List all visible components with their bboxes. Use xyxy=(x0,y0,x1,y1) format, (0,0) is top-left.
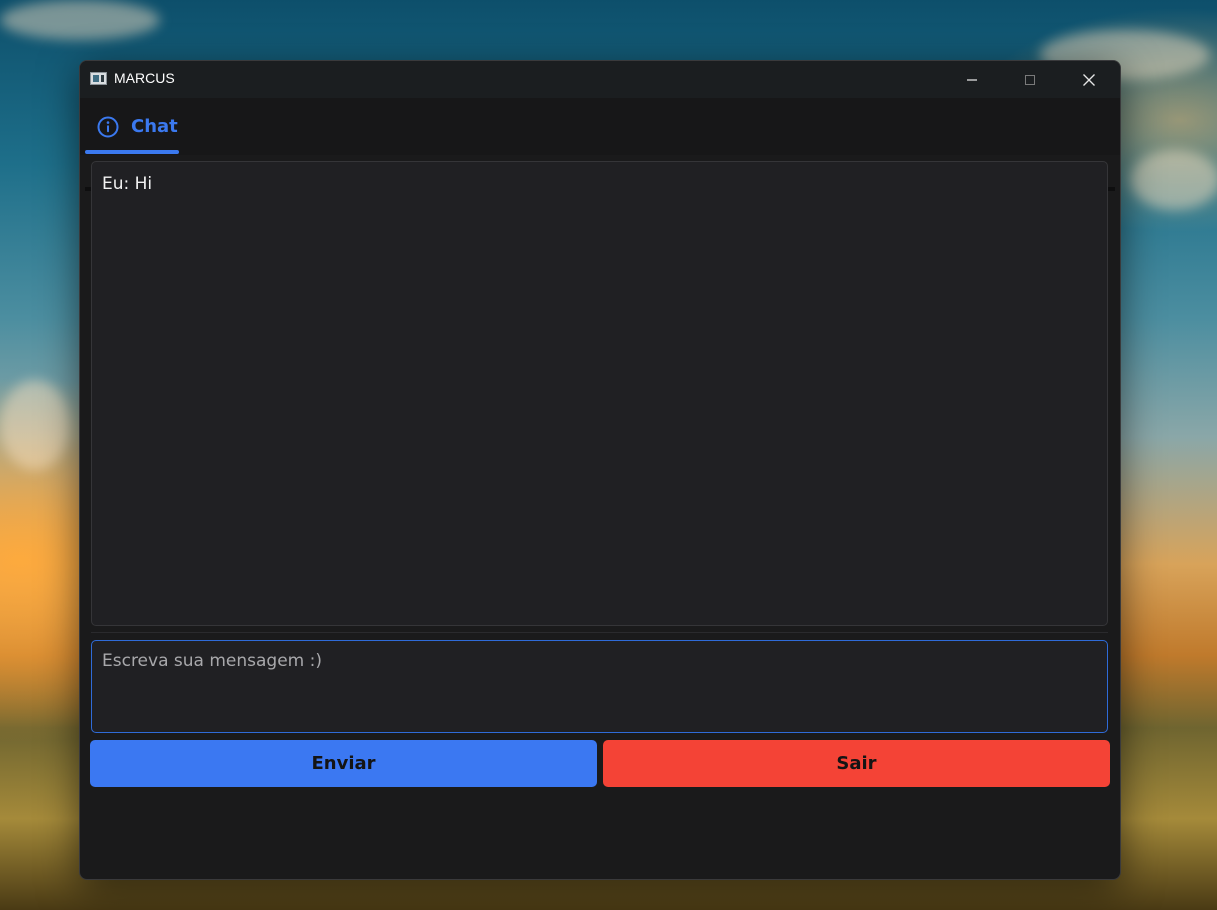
message-input[interactable] xyxy=(91,640,1108,733)
chat-message: Eu: Hi xyxy=(102,174,153,194)
tab-chat[interactable]: Chat xyxy=(85,98,179,155)
tab-chat-label: Chat xyxy=(131,116,178,137)
chat-log[interactable]: Eu: Hi xyxy=(91,161,1108,626)
wallpaper-cloud xyxy=(0,0,160,40)
app-icon xyxy=(90,72,107,85)
wallpaper-cloud xyxy=(0,380,70,470)
app-window: MARCUS Chat Eu: Hi Escreva sua mensagem … xyxy=(79,60,1121,880)
maximize-button[interactable] xyxy=(1001,61,1059,98)
title-bar[interactable]: MARCUS xyxy=(80,61,1120,98)
exit-button[interactable]: Sair xyxy=(603,740,1110,787)
close-button[interactable] xyxy=(1060,61,1118,98)
wallpaper-cloud xyxy=(1130,150,1217,210)
active-tab-indicator xyxy=(85,150,179,154)
send-button[interactable]: Enviar xyxy=(90,740,597,787)
divider xyxy=(91,632,1108,633)
minimize-icon xyxy=(967,78,977,81)
minimize-button[interactable] xyxy=(943,61,1001,98)
maximize-icon xyxy=(1025,74,1035,85)
tab-bar: Chat xyxy=(80,98,1120,191)
window-title: MARCUS xyxy=(114,70,175,86)
info-icon xyxy=(97,116,119,138)
close-icon xyxy=(1083,73,1095,86)
